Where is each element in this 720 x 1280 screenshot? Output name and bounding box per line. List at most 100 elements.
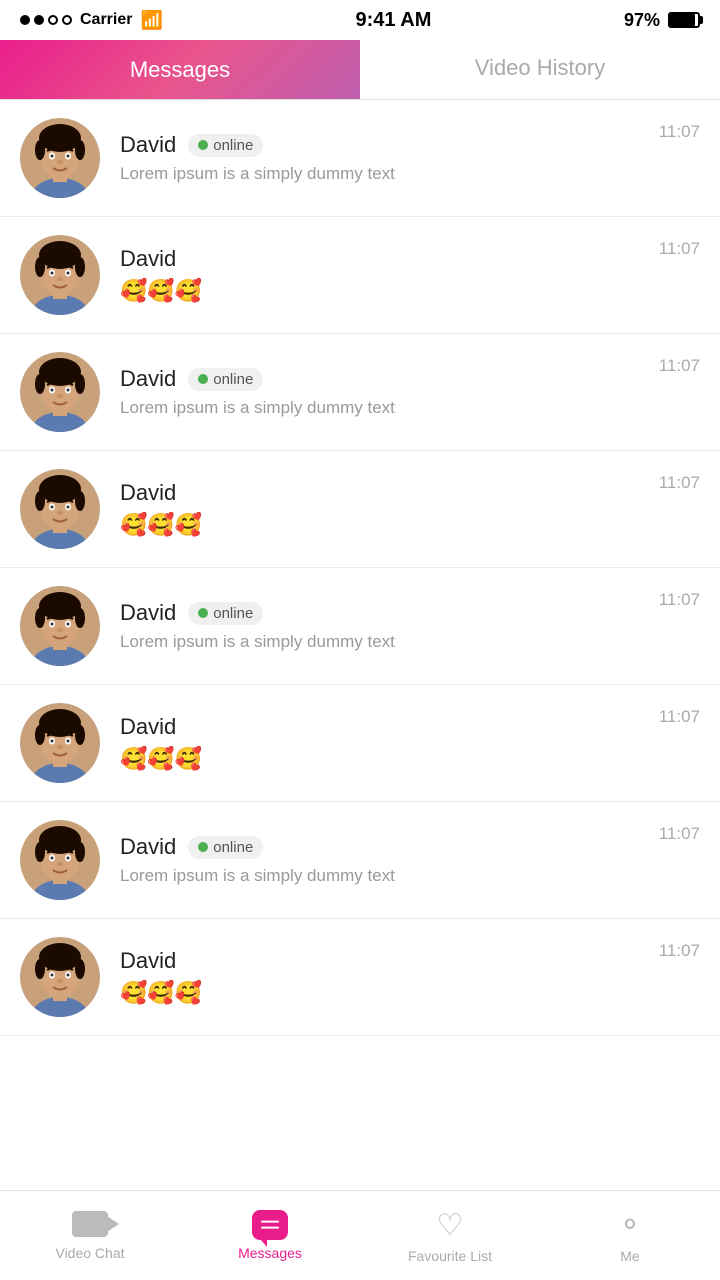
message-top-row: David (120, 948, 649, 974)
message-item[interactable]: David 🥰🥰🥰 11:07 (0, 217, 720, 334)
message-list: David online Lorem ipsum is a simply dummy… (0, 100, 720, 1126)
message-time: 11:07 (659, 239, 700, 259)
online-badge: online (188, 134, 263, 157)
contact-name: David (120, 132, 176, 158)
message-content: David online Lorem ipsum is a simply dummy… (120, 600, 649, 652)
avatar (20, 469, 100, 549)
contact-name: David (120, 834, 176, 860)
tab-header: Messages Video History (0, 40, 720, 100)
message-top-row: David (120, 480, 649, 506)
online-label: online (213, 839, 253, 856)
nav-me[interactable]: ⚬ Me (540, 1208, 720, 1264)
message-time: 11:07 (659, 473, 700, 493)
heart-icon: ♡ (437, 1208, 464, 1243)
wifi-icon: 📶 (140, 10, 162, 31)
message-item[interactable]: David online Lorem ipsum is a simply dummy… (0, 100, 720, 217)
contact-name: David (120, 714, 176, 740)
message-content: David online Lorem ipsum is a simply dummy… (120, 834, 649, 886)
message-time: 11:07 (659, 122, 700, 142)
online-badge: online (188, 368, 263, 391)
online-dot (198, 842, 208, 852)
avatar (20, 703, 100, 783)
message-content: David online Lorem ipsum is a simply dummy… (120, 366, 649, 418)
message-time: 11:07 (659, 941, 700, 961)
message-preview: 🥰🥰🥰 (120, 980, 649, 1006)
signal-dot-1 (20, 15, 30, 25)
contact-name: David (120, 366, 176, 392)
status-time: 9:41 AM (355, 9, 431, 32)
tab-video-history[interactable]: Video History (360, 40, 720, 99)
signal-dots (20, 15, 72, 25)
message-preview: Lorem ipsum is a simply dummy text (120, 398, 649, 418)
message-time: 11:07 (659, 707, 700, 727)
message-preview: 🥰🥰🥰 (120, 746, 649, 772)
message-content: David online Lorem ipsum is a simply dummy… (120, 132, 649, 184)
message-item[interactable]: David online Lorem ipsum is a simply dummy… (0, 568, 720, 685)
message-item[interactable]: David 🥰🥰🥰 11:07 (0, 451, 720, 568)
avatar (20, 820, 100, 900)
nav-me-label: Me (620, 1248, 639, 1264)
message-preview: 🥰🥰🥰 (120, 278, 649, 304)
message-content: David 🥰🥰🥰 (120, 714, 649, 772)
contact-name: David (120, 480, 176, 506)
online-dot (198, 608, 208, 618)
message-top-row: David (120, 246, 649, 272)
message-top-row: David online (120, 366, 649, 392)
status-bar: Carrier 📶 9:41 AM 97% (0, 0, 720, 40)
battery-percent: 97% (624, 10, 660, 31)
status-right: 97% (624, 10, 700, 31)
contact-name: David (120, 600, 176, 626)
signal-dot-2 (34, 15, 44, 25)
nav-video-chat-label: Video Chat (55, 1245, 124, 1261)
contact-name: David (120, 948, 176, 974)
messages-container: David online Lorem ipsum is a simply dummy… (0, 100, 720, 1036)
online-label: online (213, 371, 253, 388)
tab-messages[interactable]: Messages (0, 40, 360, 99)
message-top-row: David (120, 714, 649, 740)
video-chat-icon (72, 1211, 108, 1240)
avatar (20, 235, 100, 315)
online-label: online (213, 605, 253, 622)
carrier-label: Carrier (80, 11, 132, 29)
nav-messages[interactable]: Messages (180, 1210, 360, 1261)
message-item[interactable]: David online Lorem ipsum is a simply dummy… (0, 334, 720, 451)
bottom-nav: Video Chat Messages ♡ Favourite List ⚬ M… (0, 1190, 720, 1280)
message-content: David 🥰🥰🥰 (120, 246, 649, 304)
signal-dot-3 (48, 15, 58, 25)
online-badge: online (188, 836, 263, 859)
message-preview: Lorem ipsum is a simply dummy text (120, 632, 649, 652)
message-content: David 🥰🥰🥰 (120, 948, 649, 1006)
message-top-row: David online (120, 132, 649, 158)
nav-favourite-label: Favourite List (408, 1248, 492, 1264)
online-label: online (213, 137, 253, 154)
nav-video-chat[interactable]: Video Chat (0, 1211, 180, 1261)
nav-messages-label: Messages (238, 1245, 302, 1261)
avatar (20, 352, 100, 432)
message-preview: Lorem ipsum is a simply dummy text (120, 164, 649, 184)
person-icon: ⚬ (617, 1208, 642, 1243)
message-preview: 🥰🥰🥰 (120, 512, 649, 538)
avatar (20, 118, 100, 198)
signal-dot-4 (62, 15, 72, 25)
message-preview: Lorem ipsum is a simply dummy text (120, 866, 649, 886)
battery-fill (670, 14, 695, 26)
message-item[interactable]: David online Lorem ipsum is a simply dummy… (0, 802, 720, 919)
message-top-row: David online (120, 600, 649, 626)
message-time: 11:07 (659, 590, 700, 610)
online-dot (198, 374, 208, 384)
messages-icon (252, 1210, 288, 1240)
message-content: David 🥰🥰🥰 (120, 480, 649, 538)
contact-name: David (120, 246, 176, 272)
nav-favourite-list[interactable]: ♡ Favourite List (360, 1208, 540, 1264)
message-top-row: David online (120, 834, 649, 860)
avatar (20, 937, 100, 1017)
message-item[interactable]: David 🥰🥰🥰 11:07 (0, 685, 720, 802)
message-time: 11:07 (659, 824, 700, 844)
battery-icon (668, 12, 700, 28)
online-dot (198, 140, 208, 150)
status-left: Carrier 📶 (20, 10, 163, 31)
online-badge: online (188, 602, 263, 625)
avatar (20, 586, 100, 666)
message-time: 11:07 (659, 356, 700, 376)
message-item[interactable]: David 🥰🥰🥰 11:07 (0, 919, 720, 1036)
